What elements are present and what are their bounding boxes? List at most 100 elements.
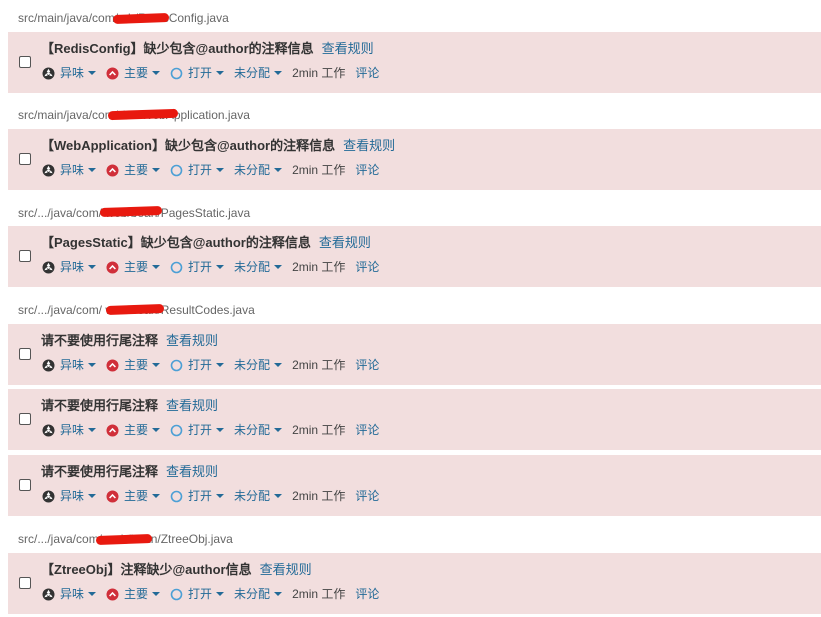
severity-dropdown[interactable]: 主要 xyxy=(106,65,161,81)
issue-title-row: 请不要使用行尾注释 查看规则 xyxy=(41,332,218,350)
issue-message[interactable]: 请不要使用行尾注释 xyxy=(41,398,158,413)
code-smell-icon xyxy=(42,164,55,177)
severity-major-icon xyxy=(106,261,119,274)
view-rule-link[interactable]: 查看规则 xyxy=(260,562,312,577)
view-rule-link[interactable]: 查看规则 xyxy=(166,333,218,348)
status-dropdown[interactable]: 打开 xyxy=(170,422,225,438)
issue-card[interactable]: 请不要使用行尾注释 查看规则 异味 主要 打开 未分配 2min 工作 评论 xyxy=(8,324,821,385)
severity-major-icon xyxy=(106,67,119,80)
issue-type-dropdown[interactable]: 异味 xyxy=(42,586,97,602)
issue-checkbox[interactable] xyxy=(19,413,31,425)
issue-type-dropdown[interactable]: 异味 xyxy=(42,162,97,178)
issue-title-row: 请不要使用行尾注释 查看规则 xyxy=(41,397,218,415)
status-dropdown[interactable]: 打开 xyxy=(170,488,225,504)
issue-card[interactable]: 请不要使用行尾注释 查看规则异味 主要 打开 未分配 2min 工作 评论 xyxy=(8,389,821,450)
issue-checkbox[interactable] xyxy=(19,348,31,360)
caret-down-icon xyxy=(152,71,161,75)
assignee-dropdown[interactable]: 未分配 xyxy=(234,422,283,438)
issue-type-dropdown[interactable]: 异味 xyxy=(42,65,97,81)
view-rule-link[interactable]: 查看规则 xyxy=(166,464,218,479)
issue-checkbox[interactable] xyxy=(19,153,31,165)
issue-checkbox[interactable] xyxy=(19,250,31,262)
effort-label-label: 2min 工作 xyxy=(292,423,346,437)
assignee-dropdown[interactable]: 未分配 xyxy=(234,65,283,81)
caret-down-icon xyxy=(152,168,161,172)
issue-checkbox[interactable] xyxy=(19,577,31,589)
comment-link-label: 评论 xyxy=(355,66,380,80)
comment-link[interactable]: 评论 xyxy=(355,65,379,81)
issue-type-dropdown-label: 异味 xyxy=(60,260,85,274)
status-dropdown[interactable]: 打开 xyxy=(170,259,225,275)
issue-message[interactable]: 请不要使用行尾注释 xyxy=(41,333,158,348)
assignee-dropdown-label: 未分配 xyxy=(234,587,271,601)
issue-type-dropdown[interactable]: 异味 xyxy=(42,422,97,438)
severity-dropdown[interactable]: 主要 xyxy=(106,488,161,504)
status-dropdown[interactable]: 打开 xyxy=(170,162,225,178)
issue-card[interactable]: 【PagesStatic】缺少包含@author的注释信息 查看规则异味 主要 打开 未… xyxy=(8,226,821,287)
severity-dropdown[interactable]: 主要 xyxy=(106,259,161,275)
issue-title-row: 【WebApplication】缺少包含@author的注释信息 查看规则 xyxy=(41,137,395,155)
comment-link[interactable]: 评论 xyxy=(355,162,379,178)
assignee-dropdown-label: 未分配 xyxy=(234,66,271,80)
comment-link[interactable]: 评论 xyxy=(355,586,379,602)
status-dropdown[interactable]: 打开 xyxy=(170,65,225,81)
severity-dropdown[interactable]: 主要 xyxy=(106,586,161,602)
view-rule-link[interactable]: 查看规则 xyxy=(166,398,218,413)
issue-meta-row: 异味 主要 打开 未分配 2min 工作 评论 xyxy=(42,357,389,373)
code-smell-icon xyxy=(42,67,55,80)
issue-message[interactable]: 【WebApplication】缺少包含@author的注释信息 xyxy=(41,138,335,153)
issue-message[interactable]: 【RedisConfig】缺少包含@author的注释信息 xyxy=(41,41,314,56)
issue-type-dropdown[interactable]: 异味 xyxy=(42,259,97,275)
issue-meta-row: 异味 主要 打开 未分配 2min 工作 评论 xyxy=(42,488,389,504)
severity-dropdown[interactable]: 主要 xyxy=(106,422,161,438)
caret-down-icon xyxy=(216,71,225,75)
severity-dropdown-label: 主要 xyxy=(124,358,149,372)
assignee-dropdown[interactable]: 未分配 xyxy=(234,488,283,504)
issue-message[interactable]: 请不要使用行尾注释 xyxy=(41,464,158,479)
caret-down-icon xyxy=(152,265,161,269)
effort-label: 2min 工作 xyxy=(292,488,345,504)
view-rule-link[interactable]: 查看规则 xyxy=(319,235,371,250)
effort-label: 2min 工作 xyxy=(292,162,345,178)
issue-checkbox[interactable] xyxy=(19,479,31,491)
assignee-dropdown[interactable]: 未分配 xyxy=(234,259,283,275)
issue-message[interactable]: 【PagesStatic】缺少包含@author的注释信息 xyxy=(41,235,311,250)
issue-card[interactable]: 【ZtreeObj】注释缺少@author信息 查看规则异味 主要 打开 未分配 2min… xyxy=(8,553,821,614)
issue-type-dropdown[interactable]: 异味 xyxy=(42,357,97,373)
view-rule-link[interactable]: 查看规则 xyxy=(343,138,395,153)
comment-link[interactable]: 评论 xyxy=(355,422,379,438)
assignee-dropdown[interactable]: 未分配 xyxy=(234,357,283,373)
assignee-dropdown[interactable]: 未分配 xyxy=(234,586,283,602)
effort-label: 2min 工作 xyxy=(292,586,345,602)
status-dropdown-label: 打开 xyxy=(188,489,213,503)
comment-link-label: 评论 xyxy=(355,260,380,274)
issue-card[interactable]: 请不要使用行尾注释 查看规则异味 主要 打开 未分配 2min 工作 评论 xyxy=(8,455,821,516)
status-open-icon xyxy=(170,424,183,437)
effort-label-label: 2min 工作 xyxy=(292,587,346,601)
caret-down-icon xyxy=(274,265,283,269)
severity-major-icon xyxy=(106,490,119,503)
comment-link[interactable]: 评论 xyxy=(355,488,379,504)
issue-card[interactable]: 【WebApplication】缺少包含@author的注释信息 查看规则 异味 主要… xyxy=(8,129,821,190)
caret-down-icon xyxy=(216,168,225,172)
issue-card[interactable]: 【RedisConfig】缺少包含@author的注释信息 查看规则异味 主要 打开 未… xyxy=(8,32,821,93)
status-dropdown[interactable]: 打开 xyxy=(170,357,225,373)
caret-down-icon xyxy=(152,494,161,498)
issue-checkbox[interactable] xyxy=(19,56,31,68)
comment-link[interactable]: 评论 xyxy=(355,259,379,275)
severity-dropdown[interactable]: 主要 xyxy=(106,357,161,373)
effort-label-label: 2min 工作 xyxy=(292,358,346,372)
assignee-dropdown[interactable]: 未分配 xyxy=(234,162,283,178)
code-smell-icon xyxy=(42,588,55,601)
view-rule-link[interactable]: 查看规则 xyxy=(322,41,374,56)
severity-dropdown[interactable]: 主要 xyxy=(106,162,161,178)
issue-message[interactable]: 【ZtreeObj】注释缺少@author信息 xyxy=(41,562,252,577)
issue-type-dropdown-label: 异味 xyxy=(60,423,85,437)
caret-down-icon xyxy=(216,494,225,498)
effort-label: 2min 工作 xyxy=(292,65,345,81)
issue-type-dropdown[interactable]: 异味 xyxy=(42,488,97,504)
comment-link[interactable]: 评论 xyxy=(355,357,379,373)
status-dropdown-label: 打开 xyxy=(188,423,213,437)
assignee-dropdown-label: 未分配 xyxy=(234,489,271,503)
status-dropdown[interactable]: 打开 xyxy=(170,586,225,602)
